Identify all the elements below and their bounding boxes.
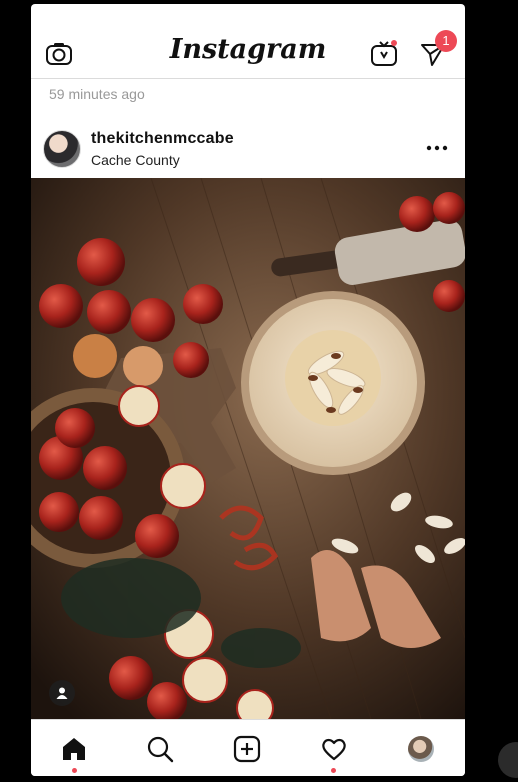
- bottom-nav: [31, 719, 465, 776]
- nav-new-post[interactable]: [232, 734, 262, 764]
- top-bar: Instagram 1: [31, 4, 465, 79]
- search-icon: [147, 736, 174, 763]
- overlay-corner-button[interactable]: [498, 742, 518, 778]
- nav-profile[interactable]: [406, 734, 436, 764]
- profile-avatar: [408, 736, 434, 762]
- new-post-icon: [233, 735, 261, 763]
- more-options-button[interactable]: [425, 140, 449, 156]
- instagram-app-window: Instagram 1 59 minutes ago thekitchenmcc…: [31, 4, 465, 776]
- user-avatar[interactable]: [43, 130, 81, 168]
- post-timestamp: 59 minutes ago: [49, 86, 145, 102]
- notification-badge: 1: [435, 30, 457, 52]
- ellipsis-icon: [426, 145, 448, 151]
- apple-pie-image: [31, 177, 465, 727]
- home-icon: [63, 738, 85, 760]
- post-header: thekitchenmccabe Cache County: [31, 118, 465, 178]
- activity-heart-icon: [322, 738, 346, 761]
- activity-new-dot: [331, 768, 336, 773]
- igtv-new-dot: [391, 40, 397, 46]
- nav-activity[interactable]: [319, 734, 349, 764]
- tagged-people-button[interactable]: [49, 680, 75, 706]
- username[interactable]: thekitchenmccabe: [91, 130, 234, 148]
- post-photo[interactable]: [31, 177, 465, 727]
- nav-search[interactable]: [145, 734, 175, 764]
- post-location[interactable]: Cache County: [91, 152, 180, 168]
- person-icon: [56, 687, 68, 699]
- home-active-dot: [72, 768, 77, 773]
- nav-home[interactable]: [59, 734, 89, 764]
